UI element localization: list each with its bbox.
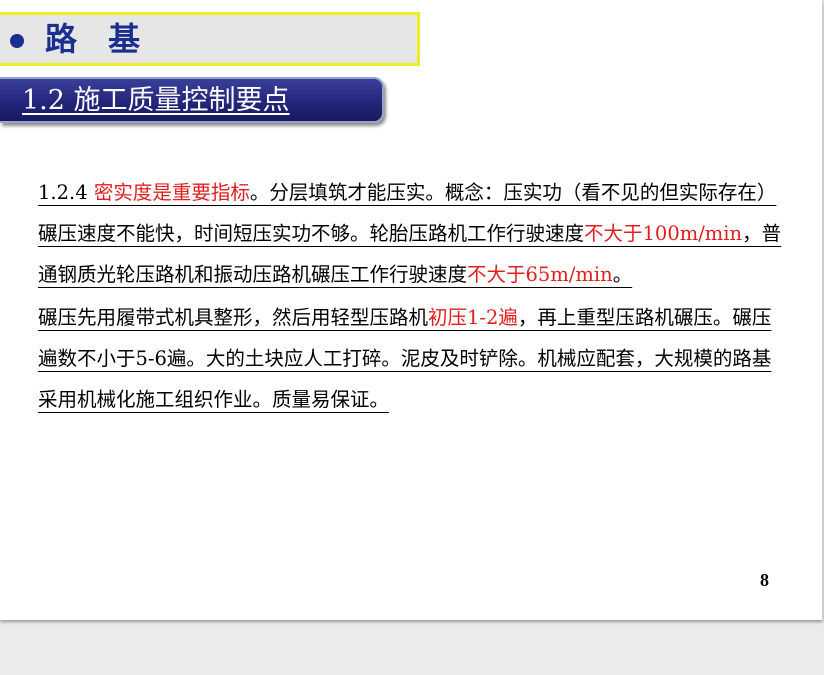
section-banner: 1.2 施工质量控制要点 bbox=[0, 77, 384, 123]
section-heading: 1.2 施工质量控制要点 bbox=[22, 85, 290, 116]
page-number: 8 bbox=[760, 570, 769, 590]
paragraph-2: 碾压先用履带式机具整形，然后用轻型压路机初压1-2遍，再上重型压路机碾压。碾压遍… bbox=[38, 297, 788, 420]
highlight-initial-pass: 初压1-2遍 bbox=[428, 306, 518, 329]
slide: 路 基 1.2 施工质量控制要点 1.2.4 密实度是重要指标。分层填筑才能压实… bbox=[0, 0, 823, 620]
highlight-speed-100: 不大于100m/min bbox=[584, 222, 743, 245]
paragraph-1: 1.2.4 密实度是重要指标。分层填筑才能压实。概念：压实功（看不见的但实际存在… bbox=[38, 172, 788, 295]
page-title: 路 基 bbox=[45, 20, 151, 58]
title-box: 路 基 bbox=[0, 12, 420, 66]
body-text: 1.2.4 密实度是重要指标。分层填筑才能压实。概念：压实功（看不见的但实际存在… bbox=[38, 172, 788, 420]
highlight-speed-65: 不大于65m/min bbox=[467, 263, 613, 286]
bullet-dot-icon bbox=[10, 34, 24, 48]
paragraph-2-text-1: 碾压先用履带式机具整形，然后用轻型压路机 bbox=[38, 306, 429, 329]
highlight-compaction: 密实度是重要指标 bbox=[93, 181, 250, 204]
clause-number: 1.2.4 bbox=[38, 181, 94, 204]
paragraph-1-text-3: 。 bbox=[612, 263, 633, 286]
